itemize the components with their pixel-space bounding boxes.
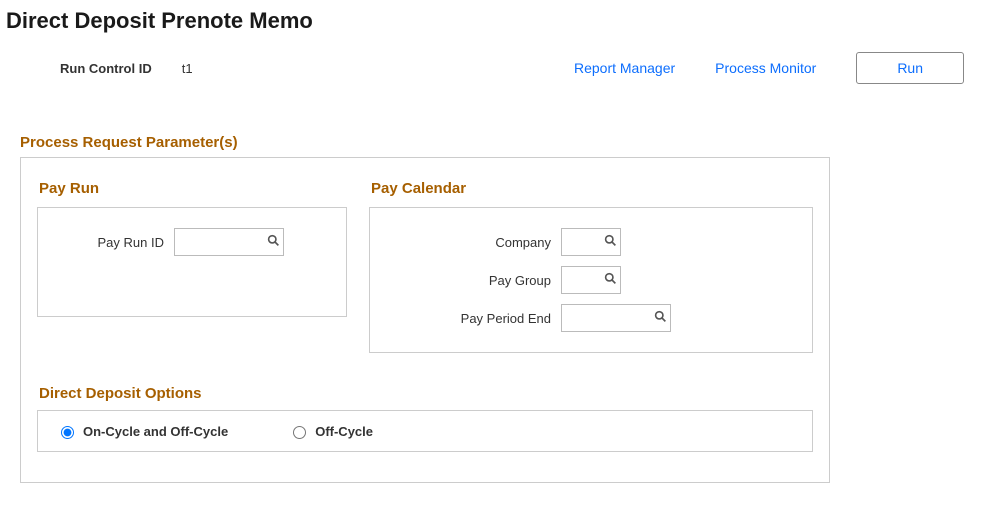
pay-group-input[interactable] <box>566 272 602 289</box>
process-request-parameters-box: Pay Run Pay Run ID Pay Calenda <box>20 157 830 483</box>
section-title: Process Request Parameter(s) <box>20 134 982 151</box>
radio-off-cycle-input[interactable] <box>293 426 306 439</box>
report-manager-link[interactable]: Report Manager <box>574 60 675 76</box>
pay-calendar-title: Pay Calendar <box>371 180 813 197</box>
company-label: Company <box>386 235 561 250</box>
pay-period-end-input[interactable] <box>566 310 652 327</box>
pay-run-id-field[interactable] <box>174 228 284 256</box>
direct-deposit-options-box: On-Cycle and Off-Cycle Off-Cycle <box>37 410 813 452</box>
pay-run-column: Pay Run Pay Run ID <box>37 180 347 353</box>
run-button[interactable]: Run <box>856 52 964 84</box>
search-icon[interactable] <box>602 272 617 288</box>
page-title: Direct Deposit Prenote Memo <box>6 8 982 34</box>
run-control-id-label: Run Control ID <box>60 61 152 76</box>
pay-calendar-column: Pay Calendar Company Pay Group <box>369 180 813 353</box>
pay-period-end-field[interactable] <box>561 304 671 332</box>
pay-period-end-label: Pay Period End <box>386 311 561 326</box>
pay-run-box: Pay Run ID <box>37 207 347 317</box>
run-control-id-value: t1 <box>182 61 193 76</box>
radio-on-and-off-cycle-input[interactable] <box>61 426 74 439</box>
pay-run-title: Pay Run <box>39 180 347 197</box>
pay-group-field[interactable] <box>561 266 621 294</box>
radio-off-cycle[interactable]: Off-Cycle <box>288 423 373 439</box>
search-icon[interactable] <box>652 310 667 326</box>
process-monitor-link[interactable]: Process Monitor <box>715 60 816 76</box>
radio-on-and-off-cycle[interactable]: On-Cycle and Off-Cycle <box>56 423 228 439</box>
radio-off-cycle-label: Off-Cycle <box>315 424 373 439</box>
pay-run-id-input[interactable] <box>179 234 265 251</box>
direct-deposit-options-title: Direct Deposit Options <box>39 385 813 402</box>
header-row: Run Control ID t1 Report Manager Process… <box>0 52 982 84</box>
radio-on-and-off-cycle-label: On-Cycle and Off-Cycle <box>83 424 228 439</box>
search-icon[interactable] <box>602 234 617 250</box>
company-input[interactable] <box>566 234 602 251</box>
pay-group-label: Pay Group <box>386 273 561 288</box>
search-icon[interactable] <box>265 234 280 250</box>
pay-calendar-box: Company Pay Group <box>369 207 813 353</box>
company-field[interactable] <box>561 228 621 256</box>
pay-run-id-label: Pay Run ID <box>54 235 174 250</box>
